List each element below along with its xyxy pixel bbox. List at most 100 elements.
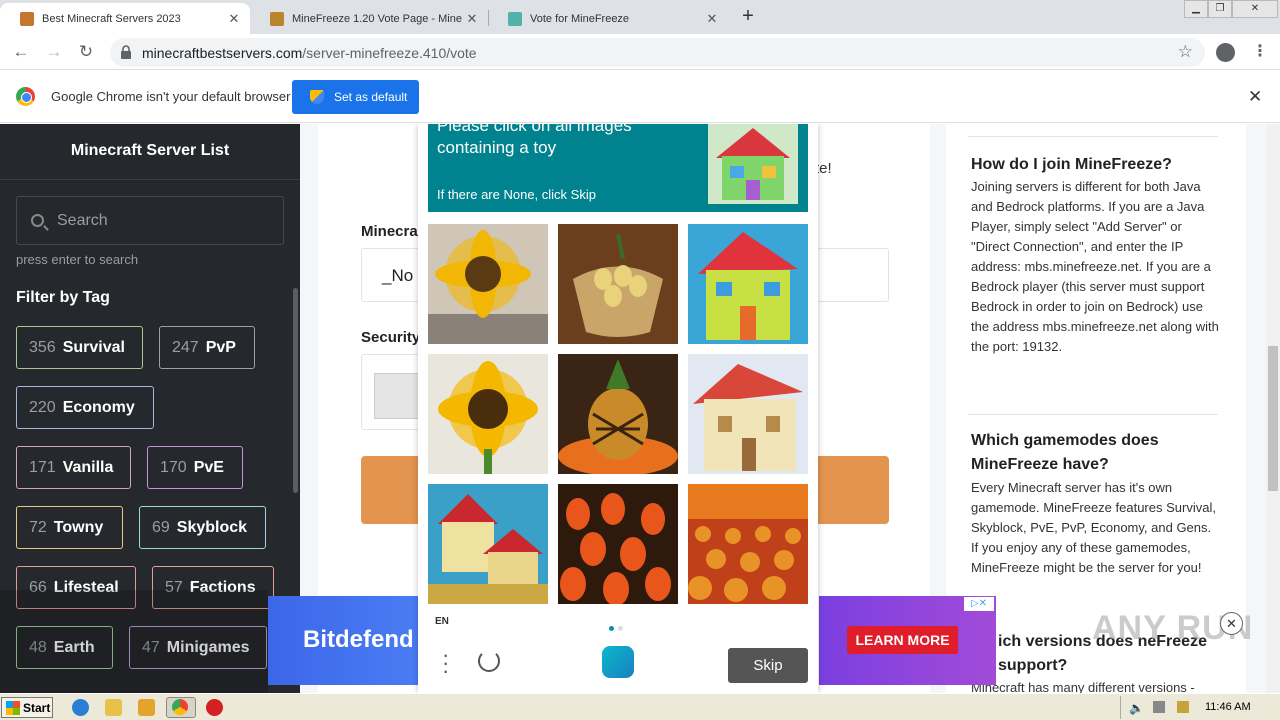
tag-minigames[interactable]: 47 Minigames: [129, 626, 267, 669]
sidebar-brand[interactable]: Minecraft Server List: [0, 124, 300, 180]
taskbar-clock: 11:46 AM: [1205, 701, 1251, 713]
tab-vote-for-minefreeze[interactable]: Vote for MineFreeze ✕: [488, 3, 728, 34]
search-hint: press enter to search: [16, 252, 139, 267]
close-tab-icon[interactable]: ✕: [702, 11, 722, 27]
challenge-tile-basket[interactable]: [558, 224, 678, 344]
tag-earth[interactable]: 48 Earth: [16, 626, 113, 669]
close-window-icon[interactable]: ✕: [1232, 0, 1278, 18]
ad-banner-left[interactable]: Bitdefend: [268, 596, 418, 685]
restore-icon[interactable]: ❐: [1208, 0, 1232, 18]
internet-explorer-icon[interactable]: [72, 699, 89, 716]
hcaptcha-logo-icon: [602, 646, 634, 678]
security-label: Security: [361, 329, 421, 346]
tag-name: Factions: [189, 578, 256, 596]
url-path: /server-minefreeze.410/vote: [302, 45, 477, 61]
chrome-icon: [172, 699, 188, 715]
network-icon[interactable]: [1153, 701, 1165, 713]
tag-economy[interactable]: 220 Economy: [16, 386, 154, 429]
tag-skyblock[interactable]: 69 Skyblock: [139, 506, 266, 549]
tag-survival[interactable]: 356 Survival: [16, 326, 143, 369]
volume-icon[interactable]: 🔈: [1129, 701, 1144, 715]
page-indicator: [609, 618, 627, 636]
minimize-icon[interactable]: ▁: [1184, 0, 1208, 18]
learn-more-button[interactable]: LEARN MORE: [847, 626, 958, 654]
tag-towny[interactable]: 72 Towny: [16, 506, 123, 549]
reload-icon[interactable]: ↻: [75, 42, 97, 64]
page-scrollbar[interactable]: [1266, 124, 1280, 693]
sample-toy-house-image: [708, 124, 798, 204]
challenge-tile-sunflower[interactable]: [428, 224, 548, 344]
challenge-tile-toy-house[interactable]: [688, 354, 808, 474]
captcha-menu-icon[interactable]: · · ·: [442, 644, 449, 682]
start-button[interactable]: Start: [1, 697, 53, 718]
prompt-line-1: Please click on all images: [437, 124, 632, 135]
sidebar-search: [16, 196, 284, 245]
lock-icon: [121, 45, 131, 59]
tag-factions[interactable]: 57 Factions: [152, 566, 274, 609]
tag-count: 170: [160, 458, 187, 476]
tag-name: Vanilla: [62, 458, 114, 476]
tab-best-minecraft-servers[interactable]: Best Minecraft Servers 2023 ✕: [0, 3, 250, 34]
tab-title: MineFreeze 1.20 Vote Page - Minecraft: [292, 12, 462, 25]
tag-lifesteal[interactable]: 66 Lifesteal: [16, 566, 136, 609]
back-arrow-icon[interactable]: ←: [10, 42, 32, 64]
tag-name: Lifesteal: [53, 578, 119, 596]
tag-count: 47: [142, 638, 160, 656]
media-player-icon[interactable]: [138, 699, 155, 716]
challenge-tile-sunflower-field[interactable]: [688, 484, 808, 604]
tab-strip: Best Minecraft Servers 2023 ✕ MineFreeze…: [0, 0, 1280, 34]
folder-icon[interactable]: [105, 699, 122, 716]
search-input[interactable]: [57, 209, 277, 233]
search-icon: [31, 214, 44, 227]
stop-icon[interactable]: [206, 699, 223, 716]
username-label: Minecra: [361, 223, 418, 240]
tag-pve[interactable]: 170 PvE: [147, 446, 243, 489]
challenge-tile-tulips[interactable]: [558, 484, 678, 604]
tag-count: 220: [29, 398, 56, 416]
site-favicon-icon: [270, 11, 284, 26]
start-label: Start: [23, 700, 51, 715]
challenge-tile-pineapple[interactable]: [558, 354, 678, 474]
tag-count: 69: [152, 518, 170, 536]
minecraft-favicon-icon: [20, 11, 34, 26]
tag-name: Towny: [53, 518, 104, 536]
adchoices-icon[interactable]: ▷✕: [964, 597, 994, 611]
forward-arrow-icon[interactable]: →: [43, 42, 65, 64]
tag-vanilla[interactable]: 171 Vanilla: [16, 446, 131, 489]
tag-count: 247: [172, 338, 199, 356]
chrome-menu-icon[interactable]: ⋮: [1252, 41, 1268, 61]
page-scrollbar-thumb[interactable]: [1268, 346, 1278, 491]
ad-banner-right[interactable]: LEARN MORE ▷✕: [819, 596, 996, 685]
captcha-checkbox[interactable]: [374, 373, 420, 419]
sidebar-scrollbar[interactable]: [293, 288, 298, 493]
faq-answer: Every Minecraft server has it's own game…: [971, 480, 1216, 575]
challenge-tile-toy-houses[interactable]: [428, 484, 548, 604]
close-tab-icon[interactable]: ✕: [462, 11, 482, 27]
skip-button[interactable]: Skip: [728, 648, 808, 683]
faq-divider: [968, 414, 1218, 415]
language-selector[interactable]: EN: [435, 616, 449, 627]
tag-pvp[interactable]: 247 PvP: [159, 326, 255, 369]
infobar-close-icon[interactable]: ✕: [1248, 87, 1262, 107]
challenge-tile-sunflower[interactable]: [428, 354, 548, 474]
sidebar: Minecraft Server List press enter to sea…: [0, 124, 300, 693]
new-tab-plus-icon[interactable]: +: [738, 6, 758, 26]
ad-close-icon[interactable]: ✕: [1220, 612, 1243, 635]
tag-name: Minigames: [166, 638, 250, 656]
refresh-challenge-icon[interactable]: [478, 650, 500, 672]
profile-avatar-icon[interactable]: [1216, 43, 1235, 62]
prompt-sub: If there are None, click Skip: [437, 187, 596, 202]
tab-minefreeze-vote-page[interactable]: MineFreeze 1.20 Vote Page - Minecraft ✕: [250, 3, 488, 34]
tag-count: 48: [29, 638, 47, 656]
uac-shield-icon: [310, 90, 324, 104]
tray-app-icon[interactable]: [1177, 701, 1189, 713]
close-tab-icon[interactable]: ✕: [224, 11, 244, 27]
challenge-tile-toy-house[interactable]: [688, 224, 808, 344]
tab-title: Best Minecraft Servers 2023: [42, 12, 181, 25]
tag-name: Skyblock: [176, 518, 248, 536]
set-as-default-button[interactable]: Set as default: [292, 80, 419, 114]
chrome-logo-icon: [16, 87, 35, 106]
bookmark-star-icon[interactable]: ☆: [1178, 42, 1193, 62]
page-viewport: Minecraft Server List press enter to sea…: [0, 124, 1280, 693]
address-bar[interactable]: minecraftbestservers.com/server-minefree…: [110, 38, 1205, 67]
